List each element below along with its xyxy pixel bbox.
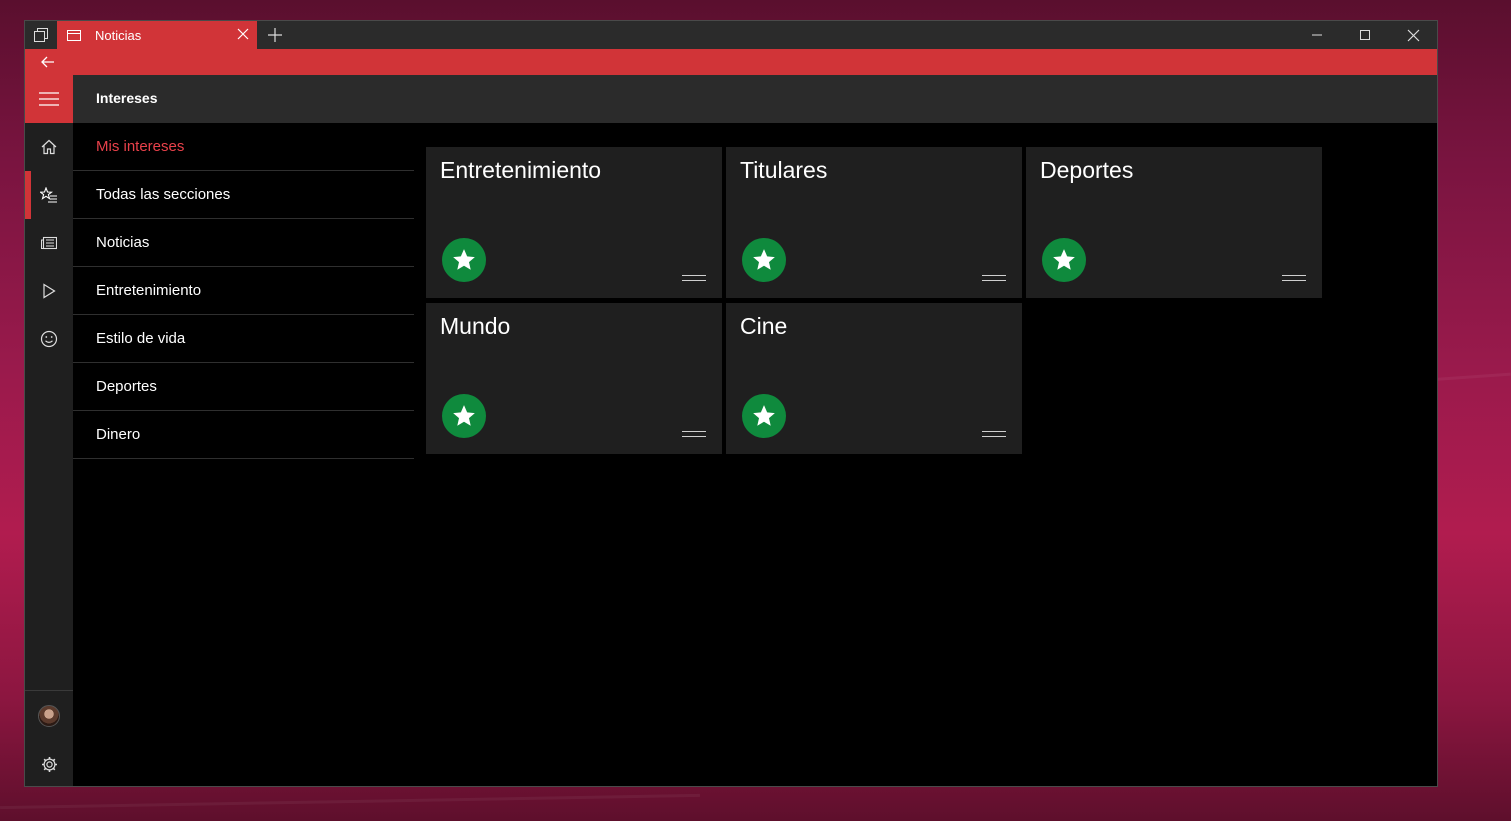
star-icon: [753, 405, 775, 426]
star-icon: [1053, 249, 1075, 270]
favorite-star-button[interactable]: [1042, 238, 1086, 282]
tile-title: Cine: [740, 313, 788, 339]
section-item-dinero[interactable]: Dinero: [73, 411, 414, 459]
title-bar: Noticias: [25, 21, 1437, 49]
tile-title: Titulares: [740, 157, 828, 183]
rail-account-button[interactable]: [25, 692, 73, 740]
interest-tile[interactable]: Deportes: [1026, 147, 1322, 298]
section-item-mis-intereses[interactable]: Mis intereses: [73, 123, 414, 171]
page-header: Intereses: [73, 75, 1437, 123]
section-item-deportes[interactable]: Deportes: [73, 363, 414, 411]
tab-title: Noticias: [95, 27, 142, 43]
set-aside-tabs-button[interactable]: [25, 21, 57, 49]
rail-settings-button[interactable]: [25, 740, 73, 786]
drag-handle-icon[interactable]: [682, 431, 706, 437]
drag-handle-icon[interactable]: [982, 431, 1006, 437]
drag-handle-icon[interactable]: [1282, 275, 1306, 281]
section-list: Mis intereses Todas las secciones Notici…: [73, 123, 414, 459]
favorite-star-button[interactable]: [442, 238, 486, 282]
plus-icon: [268, 28, 282, 42]
interest-tile[interactable]: Entretenimiento: [426, 147, 722, 298]
tabs-icon: [34, 28, 48, 42]
drag-handle-icon[interactable]: [682, 275, 706, 281]
new-tab-button[interactable]: [263, 23, 287, 47]
favorite-star-button[interactable]: [742, 238, 786, 282]
rail-news-button[interactable]: [25, 219, 73, 267]
interests-icon: [40, 187, 57, 203]
close-icon: [1407, 29, 1419, 41]
avatar: [38, 705, 60, 727]
star-icon: [453, 249, 475, 270]
back-button[interactable]: [35, 49, 61, 75]
news-icon: [41, 236, 57, 250]
rail-smiley-button[interactable]: [25, 315, 73, 363]
section-item-todas-las-secciones[interactable]: Todas las secciones: [73, 171, 414, 219]
home-icon: [41, 139, 57, 155]
tile-title: Entretenimiento: [440, 157, 602, 183]
back-arrow-icon: [41, 56, 54, 68]
maximize-icon: [1360, 30, 1370, 40]
tile-title: Deportes: [1040, 157, 1134, 183]
section-item-noticias[interactable]: Noticias: [73, 219, 414, 267]
hamburger-menu-button[interactable]: [25, 75, 73, 123]
video-icon: [43, 283, 56, 299]
maximize-button[interactable]: [1341, 21, 1389, 49]
navigation-rail: [25, 75, 73, 786]
interest-tile[interactable]: Mundo: [426, 303, 722, 454]
interest-tile[interactable]: Cine: [726, 303, 1022, 454]
close-window-button[interactable]: [1389, 21, 1437, 49]
rail-divider: [25, 690, 73, 691]
settings-icon: [41, 756, 57, 772]
smiley-icon: [40, 330, 58, 348]
interest-tile[interactable]: Titulares: [726, 147, 1022, 298]
app-window: Noticias Intereses Mis intereses Todas l…: [24, 20, 1438, 787]
star-icon: [753, 249, 775, 270]
rail-home-button[interactable]: [25, 123, 73, 171]
page-title: Intereses: [96, 90, 158, 106]
page-icon: [67, 29, 81, 41]
back-bar: [25, 49, 1437, 75]
close-icon: [237, 28, 249, 40]
rail-interests-button[interactable]: [25, 171, 73, 219]
minimize-button[interactable]: [1293, 21, 1341, 49]
drag-handle-icon[interactable]: [982, 275, 1006, 281]
window-controls: [1293, 21, 1437, 49]
hamburger-icon: [39, 92, 59, 106]
favorite-star-button[interactable]: [442, 394, 486, 438]
star-icon: [453, 405, 475, 426]
minimize-icon: [1312, 34, 1322, 36]
section-item-entretenimiento[interactable]: Entretenimiento: [73, 267, 414, 315]
active-tab[interactable]: Noticias: [57, 21, 257, 49]
favorite-star-button[interactable]: [742, 394, 786, 438]
tile-title: Mundo: [440, 313, 511, 339]
close-tab-button[interactable]: [235, 26, 251, 42]
section-item-estilo-de-vida[interactable]: Estilo de vida: [73, 315, 414, 363]
rail-video-button[interactable]: [25, 267, 73, 315]
